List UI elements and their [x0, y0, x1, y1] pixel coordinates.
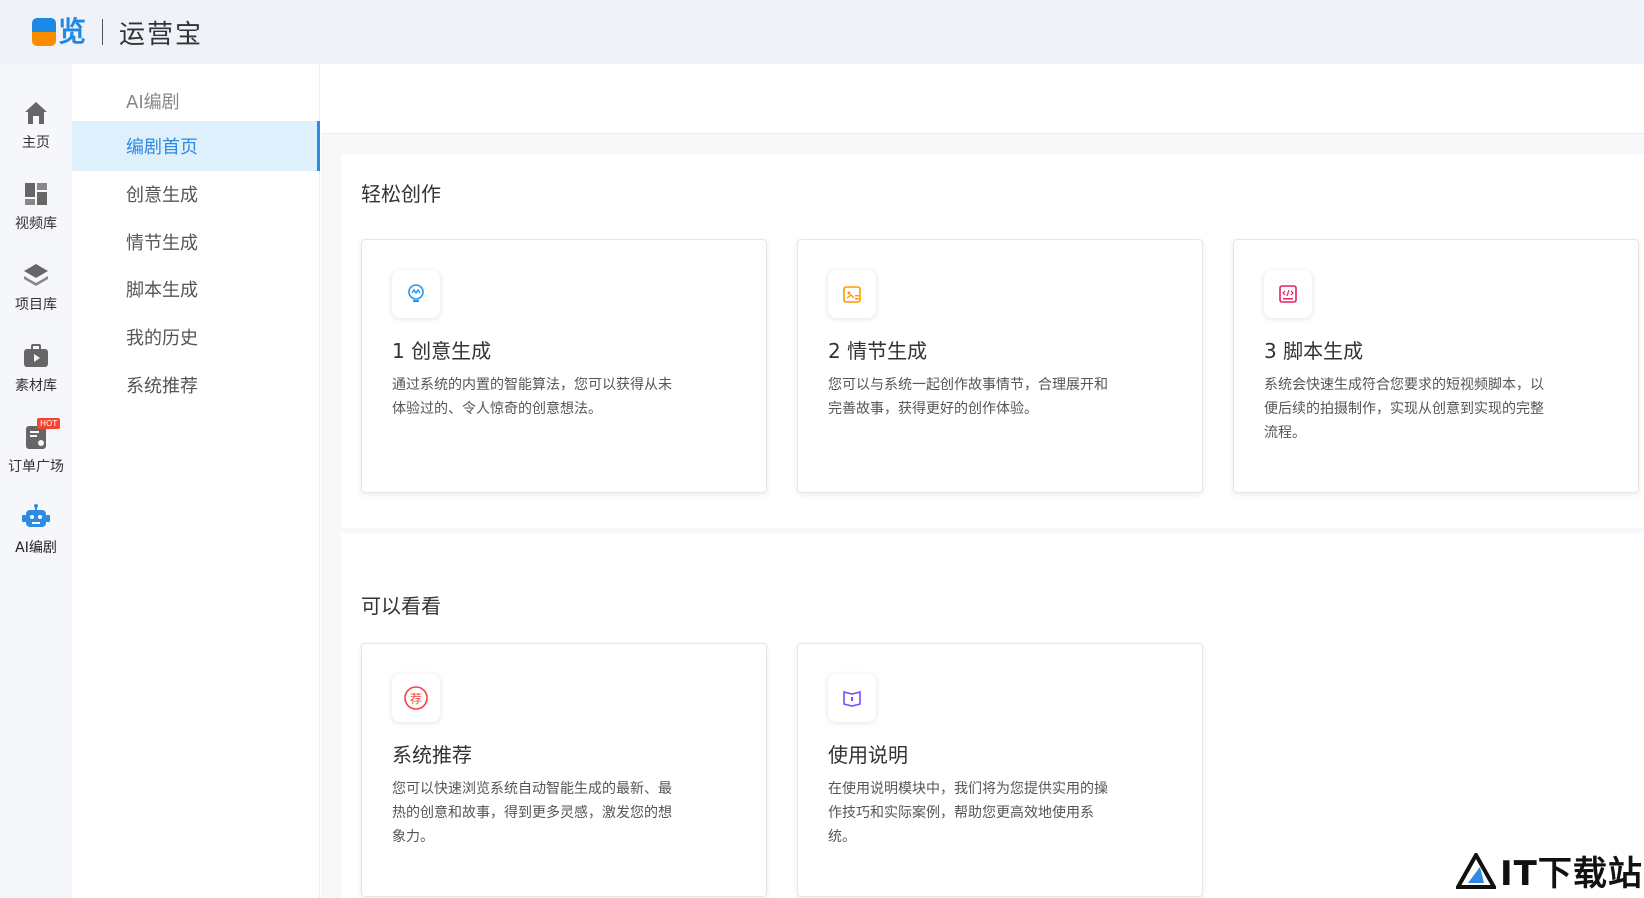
rail-item-material-library[interactable]: 素材库	[0, 341, 72, 395]
top-header: 览 运营宝	[0, 0, 1644, 64]
card-description: 您可以与系统一起创作故事情节，合理展开和完善故事，获得更好的创作体验。	[828, 377, 1108, 417]
rail-label: AI编剧	[15, 540, 57, 556]
lightbulb-icon	[392, 270, 440, 318]
rail-item-home[interactable]: 主页	[0, 98, 72, 152]
card-system-recommend[interactable]: 荐 系统推荐 您可以快速浏览系统自动智能生成的最新、最热的创意和故事，得到更多灵…	[361, 643, 767, 897]
hot-badge: HOT	[37, 418, 61, 429]
icon-rail: 主页 视频库 项目库 素材库 HOT 订单广场 AI编剧	[0, 64, 72, 898]
logo-char: 览	[58, 15, 87, 48]
submenu-item-idea[interactable]: 创意生成	[72, 169, 320, 219]
code-script-icon	[1264, 270, 1312, 318]
card-title: 系统推荐	[392, 743, 472, 767]
card-description: 您可以快速浏览系统自动智能生成的最新、最热的创意和故事，得到更多灵感，激发您的想…	[392, 781, 672, 845]
submenu-panel: AI编剧 编剧首页 创意生成 情节生成 脚本生成 我的历史 系统推荐	[72, 64, 320, 898]
layers-icon	[21, 260, 51, 290]
card-title: 2 情节生成	[828, 339, 928, 363]
card-description: 在使用说明模块中，我们将为您提供实用的操作技巧和实际案例，帮助您更高效地使用系统…	[828, 781, 1108, 845]
main-content: 轻松创作 1 创意生成 通过系统的内置的智能算法，您可以获得从未体验过的、令人惊…	[321, 64, 1644, 898]
card-plot-generate[interactable]: 2 情节生成 您可以与系统一起创作故事情节，合理展开和完善故事，获得更好的创作体…	[797, 239, 1203, 493]
logo-mark: 览	[32, 18, 86, 46]
brand-name: 运营宝	[119, 19, 204, 50]
recommend-icon: 荐	[392, 674, 440, 722]
logo-divider	[102, 19, 104, 45]
submenu-item-history[interactable]: 我的历史	[72, 312, 320, 362]
briefcase-play-icon	[21, 341, 51, 371]
card-user-guide[interactable]: 使用说明 在使用说明模块中，我们将为您提供实用的操作技巧和实际案例，帮助您更高效…	[797, 643, 1203, 897]
card-description: 通过系统的内置的智能算法，您可以获得从未体验过的、令人惊奇的创意想法。	[392, 377, 672, 417]
robot-icon	[21, 503, 51, 533]
rail-label: 素材库	[15, 378, 57, 394]
submenu-item-script[interactable]: 脚本生成	[72, 264, 320, 314]
card-script-generate[interactable]: 3 脚本生成 系统会快速生成符合您要求的短视频脚本，以便后续的拍摄制作，实现从创…	[1233, 239, 1639, 493]
section-title: 轻松创作	[361, 182, 441, 206]
card-title: 3 脚本生成	[1264, 339, 1364, 363]
svg-text:荐: 荐	[410, 692, 422, 706]
watermark-triangle-icon	[1456, 852, 1496, 889]
logo-block-icon	[32, 18, 56, 46]
card-title: 使用说明	[828, 743, 908, 767]
card-title: 1 创意生成	[392, 339, 492, 363]
rail-item-order-plaza[interactable]: HOT 订单广场	[0, 418, 72, 476]
order-icon: HOT	[21, 418, 61, 452]
rail-label: 主页	[22, 135, 50, 151]
storyboard-icon	[828, 270, 876, 318]
rail-item-project-library[interactable]: 项目库	[0, 260, 72, 314]
content-topbar	[321, 64, 1644, 134]
watermark: IT下载站	[1456, 846, 1643, 895]
rail-item-ai-writer[interactable]: AI编剧	[0, 503, 72, 557]
section-easy-create: 轻松创作 1 创意生成 通过系统的内置的智能算法，您可以获得从未体验过的、令人惊…	[341, 154, 1644, 528]
section-title: 可以看看	[361, 594, 441, 618]
rail-label: 视频库	[15, 216, 57, 232]
submenu-title: AI编剧	[126, 92, 180, 113]
submenu-item-home[interactable]: 编剧首页	[72, 121, 320, 171]
card-description: 系统会快速生成符合您要求的短视频脚本，以便后续的拍摄制作，实现从创意到实现的完整…	[1264, 377, 1544, 441]
card-idea-generate[interactable]: 1 创意生成 通过系统的内置的智能算法，您可以获得从未体验过的、令人惊奇的创意想…	[361, 239, 767, 493]
app-logo[interactable]: 览 运营宝	[32, 14, 203, 51]
section-take-a-look: 可以看看 荐 系统推荐 您可以快速浏览系统自动智能生成的最新、最热的创意和故事，…	[341, 533, 1644, 898]
layout-icon	[21, 179, 51, 209]
submenu-item-recommend[interactable]: 系统推荐	[72, 360, 320, 410]
home-icon	[21, 98, 51, 128]
rail-label: 项目库	[15, 297, 57, 313]
rail-item-video-library[interactable]: 视频库	[0, 179, 72, 233]
submenu-item-plot[interactable]: 情节生成	[72, 217, 320, 267]
watermark-text: IT下载站	[1500, 854, 1643, 894]
rail-label: 订单广场	[8, 459, 64, 475]
book-icon	[828, 674, 876, 722]
